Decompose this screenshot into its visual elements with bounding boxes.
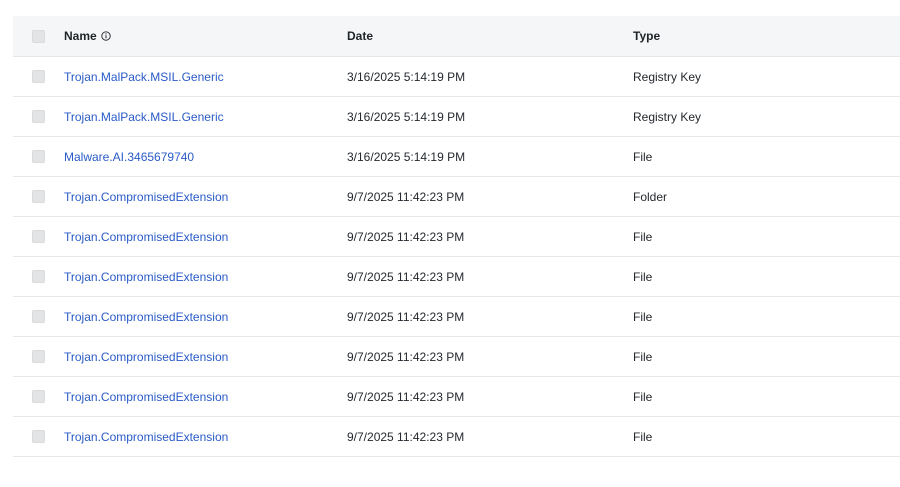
row-checkbox[interactable] xyxy=(32,70,45,83)
item-type: File xyxy=(633,229,653,244)
row-checkbox[interactable] xyxy=(32,390,45,403)
table-row: Trojan.MalPack.MSIL.Generic 3/16/2025 5:1… xyxy=(13,57,900,97)
threat-name-link[interactable]: Trojan.MalPack.MSIL.Generic xyxy=(64,70,224,84)
table-row: Trojan.CompromisedExtension 9/7/2025 11:4… xyxy=(13,297,900,337)
item-type: Registry Key xyxy=(633,69,702,84)
column-header-name[interactable]: Name xyxy=(62,29,347,43)
item-type: File xyxy=(633,309,653,324)
item-type: Folder xyxy=(633,189,668,204)
row-checkbox-cell xyxy=(13,270,62,283)
page: Name Date Type Trojan.MalPack.MSIL.Gener… xyxy=(0,0,900,487)
table-row: Trojan.MalPack.MSIL.Generic 3/16/2025 5:1… xyxy=(13,97,900,137)
threat-name-link[interactable]: Trojan.CompromisedExtension xyxy=(64,270,228,284)
detection-date: 3/16/2025 5:14:19 PM xyxy=(347,109,466,124)
threat-name-link[interactable]: Trojan.CompromisedExtension xyxy=(64,390,228,404)
item-type: File xyxy=(633,429,653,444)
detection-date: 9/7/2025 11:42:23 PM xyxy=(347,269,465,284)
row-checkbox[interactable] xyxy=(32,150,45,163)
row-checkbox[interactable] xyxy=(32,430,45,443)
table-row: Trojan.CompromisedExtension 9/7/2025 11:4… xyxy=(13,217,900,257)
threat-name-link[interactable]: Malware.AI.3465679740 xyxy=(64,150,194,164)
select-all-checkbox[interactable] xyxy=(32,29,45,43)
row-checkbox[interactable] xyxy=(32,230,45,243)
table-row: Trojan.CompromisedExtension 9/7/2025 11:4… xyxy=(13,417,900,457)
threat-name-link[interactable]: Trojan.CompromisedExtension xyxy=(64,190,228,204)
row-checkbox[interactable] xyxy=(32,310,45,323)
table-row: Trojan.CompromisedExtension 9/7/2025 11:4… xyxy=(13,177,900,217)
detection-date: 9/7/2025 11:42:23 PM xyxy=(347,389,465,404)
info-circle-icon[interactable] xyxy=(101,31,111,41)
row-checkbox[interactable] xyxy=(32,190,45,203)
threat-name-link[interactable]: Trojan.CompromisedExtension xyxy=(64,350,228,364)
detections-table: Name Date Type Trojan.MalPack.MSIL.Gener… xyxy=(13,16,900,457)
column-header-type[interactable]: Type xyxy=(633,29,900,43)
table-row: Trojan.CompromisedExtension 9/7/2025 11:4… xyxy=(13,377,900,417)
item-type: File xyxy=(633,149,653,164)
column-header-date[interactable]: Date xyxy=(347,29,633,43)
table-row: Trojan.CompromisedExtension 9/7/2025 11:4… xyxy=(13,257,900,297)
row-checkbox-cell xyxy=(13,430,62,443)
table-row: Malware.AI.3465679740 3/16/2025 5:14:19 P… xyxy=(13,137,900,177)
row-checkbox[interactable] xyxy=(32,110,45,123)
detection-date: 9/7/2025 11:42:23 PM xyxy=(347,189,465,204)
detection-date: 9/7/2025 11:42:23 PM xyxy=(347,429,465,444)
row-checkbox-cell xyxy=(13,390,62,403)
item-type: File xyxy=(633,389,653,404)
table-row: Trojan.CompromisedExtension 9/7/2025 11:4… xyxy=(13,337,900,377)
row-checkbox-cell xyxy=(13,150,62,163)
detection-date: 3/16/2025 5:14:19 PM xyxy=(347,149,466,164)
threat-name-link[interactable]: Trojan.MalPack.MSIL.Generic xyxy=(64,110,224,124)
row-checkbox[interactable] xyxy=(32,270,45,283)
table-body: Trojan.MalPack.MSIL.Generic 3/16/2025 5:1… xyxy=(13,57,900,457)
threat-name-link[interactable]: Trojan.CompromisedExtension xyxy=(64,230,228,244)
header-checkbox-cell xyxy=(13,29,62,43)
row-checkbox[interactable] xyxy=(32,350,45,363)
row-checkbox-cell xyxy=(13,350,62,363)
row-checkbox-cell xyxy=(13,190,62,203)
item-type: File xyxy=(633,349,653,364)
detection-date: 3/16/2025 5:14:19 PM xyxy=(347,69,466,84)
row-checkbox-cell xyxy=(13,110,62,123)
table-header: Name Date Type xyxy=(13,16,900,57)
detection-date: 9/7/2025 11:42:23 PM xyxy=(347,229,465,244)
item-type: File xyxy=(633,269,653,284)
column-header-name-label: Name xyxy=(64,29,97,43)
row-checkbox-cell xyxy=(13,310,62,323)
item-type: Registry Key xyxy=(633,109,702,124)
row-checkbox-cell xyxy=(13,230,62,243)
row-checkbox-cell xyxy=(13,70,62,83)
detection-date: 9/7/2025 11:42:23 PM xyxy=(347,349,465,364)
threat-name-link[interactable]: Trojan.CompromisedExtension xyxy=(64,430,228,444)
threat-name-link[interactable]: Trojan.CompromisedExtension xyxy=(64,310,228,324)
detection-date: 9/7/2025 11:42:23 PM xyxy=(347,309,465,324)
